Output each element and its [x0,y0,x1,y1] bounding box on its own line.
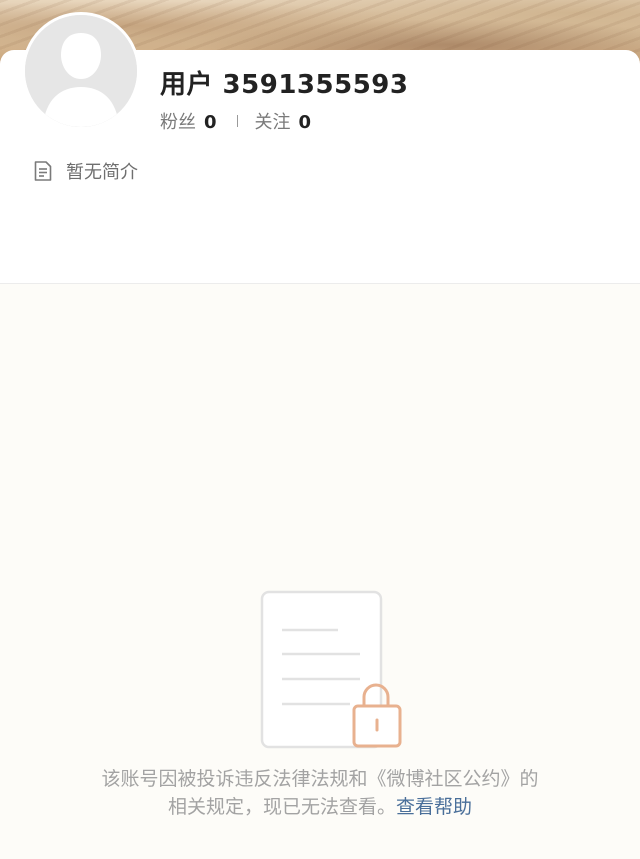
locked-document-icon [260,590,402,749]
stats-divider [236,115,238,127]
view-help-link[interactable]: 查看帮助 [396,796,472,818]
following-count: 0 [298,112,312,133]
document-icon [34,161,52,181]
followers-count: 0 [204,112,217,133]
notice-line-2-text: 相关规定，现已无法查看。 [167,796,396,818]
bio-text: 暂无简介 [66,162,138,183]
notice-line-2: 相关规定，现已无法查看。查看帮助 [0,793,640,821]
avatar[interactable] [22,12,140,130]
following-stat[interactable]: 关注 0 [255,108,312,134]
followers-label: 粉丝 [160,112,196,133]
followers-stat[interactable]: 粉丝 0 [160,108,217,134]
suspension-notice: 该账号因被投诉违反法律法规和《微博社区公约》的 相关规定，现已无法查看。查看帮助 [0,765,640,821]
section-divider [0,283,640,284]
username: 用户 3591355593 [160,70,409,100]
bio-row: 暂无简介 [34,158,138,184]
default-avatar-icon [25,15,137,127]
following-label: 关注 [254,112,291,133]
notice-line-1: 该账号因被投诉违反法律法规和《微博社区公约》的 [101,768,539,790]
profile-stats: 粉丝 0 关注 0 [160,108,311,134]
